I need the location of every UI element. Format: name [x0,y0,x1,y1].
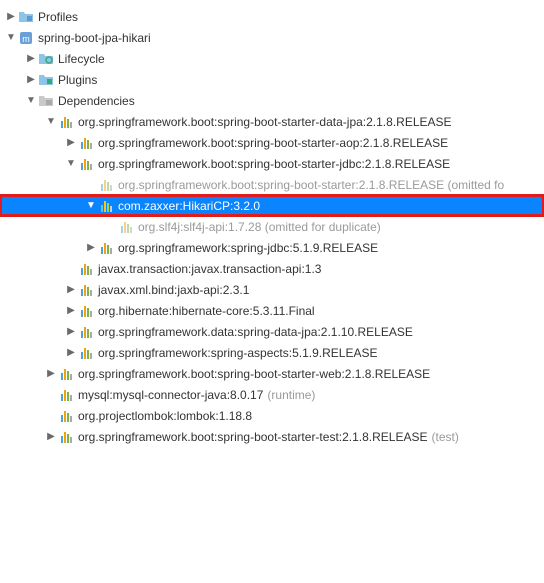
tree-label: org.springframework.boot:spring-boot-sta… [98,157,450,171]
tree-row-d5[interactable]: ▶ org.springframework.boot:spring-boot-st… [0,426,544,447]
maven-icon: m [18,30,34,46]
tree-label: org.springframework.data:spring-data-jpa… [98,325,413,339]
tree-label: org.springframework.boot:spring-boot-sta… [118,178,504,192]
chevron-right-icon[interactable]: ▶ [64,346,78,360]
folder-deps-icon [38,93,54,109]
tree-label: org.springframework.boot:spring-boot-sta… [78,367,430,381]
tree-row-d1b3[interactable]: ▶ org.springframework:spring-jdbc:5.1.9.R… [0,237,544,258]
tree-label: org.springframework.boot:spring-boot-sta… [98,136,448,150]
tree-row-d1f[interactable]: ▶ org.springframework.data:spring-data-jp… [0,321,544,342]
tree-label: org.projectlombok:lombok:1.18.8 [78,409,252,423]
tree-label: spring-boot-jpa-hikari [38,31,151,45]
tree-row-d1a[interactable]: ▶ org.springframework.boot:spring-boot-st… [0,132,544,153]
folder-plugins-icon [38,72,54,88]
tree-label: org.slf4j:slf4j-api:1.7.28 (omitted for … [138,220,381,234]
chevron-down-icon[interactable]: ▼ [4,31,18,45]
chevron-right-icon[interactable]: ▶ [64,136,78,150]
tree-row-d1b1[interactable]: org.springframework.boot:spring-boot-sta… [0,174,544,195]
tree-label: com.zaxxer:HikariCP:3.2.0 [118,199,260,213]
tree-row-d1e[interactable]: ▶ org.hibernate:hibernate-core:5.3.11.Fin… [0,300,544,321]
jar-icon [78,324,94,340]
jar-icon [78,303,94,319]
tree-label: org.springframework:spring-aspects:5.1.9… [98,346,377,360]
tree-row-d4[interactable]: org.projectlombok:lombok:1.18.8 [0,405,544,426]
chevron-down-icon[interactable]: ▼ [44,115,58,129]
jar-icon [58,429,74,445]
scope-label: (test) [432,430,459,444]
tree-row-d2[interactable]: ▶ org.springframework.boot:spring-boot-st… [0,363,544,384]
tree-row-d1[interactable]: ▼ org.springframework.boot:spring-boot-st… [0,111,544,132]
chevron-right-icon[interactable]: ▶ [64,325,78,339]
tree-row-project[interactable]: ▼ m spring-boot-jpa-hikari [0,27,544,48]
jar-icon [78,282,94,298]
chevron-right-icon[interactable]: ▶ [64,283,78,297]
folder-lifecycle-icon [38,51,54,67]
tree-row-d1c[interactable]: javax.transaction:javax.transaction-api:… [0,258,544,279]
chevron-right-icon[interactable]: ▶ [24,73,38,87]
tree-label: Lifecycle [58,52,105,66]
jar-icon [58,408,74,424]
tree-row-d1g[interactable]: ▶ org.springframework:spring-aspects:5.1.… [0,342,544,363]
jar-icon [98,240,114,256]
jar-dim-icon [118,219,134,235]
chevron-down-icon[interactable]: ▼ [84,199,98,213]
chevron-down-icon[interactable]: ▼ [64,157,78,171]
chevron-right-icon[interactable]: ▶ [84,241,98,255]
chevron-right-icon[interactable]: ▶ [44,430,58,444]
tree-row-d3[interactable]: mysql:mysql-connector-java:8.0.17 (runtim… [0,384,544,405]
jar-icon [78,345,94,361]
tree-label: org.hibernate:hibernate-core:5.3.11.Fina… [98,304,315,318]
jar-icon [58,114,74,130]
jar-icon [98,198,114,214]
jar-dim-icon [98,177,114,193]
tree-label: org.springframework.boot:spring-boot-sta… [78,115,452,129]
svg-text:m: m [22,34,30,44]
tree-row-plugins[interactable]: ▶ Plugins [0,69,544,90]
tree-label: Dependencies [58,94,135,108]
tree-row-d1b2a[interactable]: org.slf4j:slf4j-api:1.7.28 (omitted for … [0,216,544,237]
scope-label: (runtime) [267,388,315,402]
tree-label: Profiles [38,10,78,24]
tree-label: javax.transaction:javax.transaction-api:… [98,262,321,276]
tree-label: org.springframework.boot:spring-boot-sta… [78,430,428,444]
tree-row-d1b[interactable]: ▼ org.springframework.boot:spring-boot-st… [0,153,544,174]
dependency-tree: ▶ Profiles▼ m spring-boot-jpa-hikari▶ Li… [0,0,544,447]
tree-row-lifecycle[interactable]: ▶ Lifecycle [0,48,544,69]
jar-icon [78,261,94,277]
chevron-right-icon[interactable]: ▶ [44,367,58,381]
chevron-right-icon[interactable]: ▶ [4,10,18,24]
tree-label: Plugins [58,73,97,87]
chevron-right-icon[interactable]: ▶ [64,304,78,318]
chevron-down-icon[interactable]: ▼ [24,94,38,108]
chevron-right-icon[interactable]: ▶ [24,52,38,66]
folder-profiles-icon [18,9,34,25]
jar-icon [78,156,94,172]
tree-label: javax.xml.bind:jaxb-api:2.3.1 [98,283,249,297]
jar-icon [58,366,74,382]
tree-row-profiles[interactable]: ▶ Profiles [0,6,544,27]
jar-icon [58,387,74,403]
jar-icon [78,135,94,151]
tree-row-d1d[interactable]: ▶ javax.xml.bind:jaxb-api:2.3.1 [0,279,544,300]
tree-row-deps[interactable]: ▼ Dependencies [0,90,544,111]
tree-label: mysql:mysql-connector-java:8.0.17 [78,388,263,402]
tree-row-d1b2[interactable]: ▼ com.zaxxer:HikariCP:3.2.0 [0,195,544,216]
tree-label: org.springframework:spring-jdbc:5.1.9.RE… [118,241,378,255]
